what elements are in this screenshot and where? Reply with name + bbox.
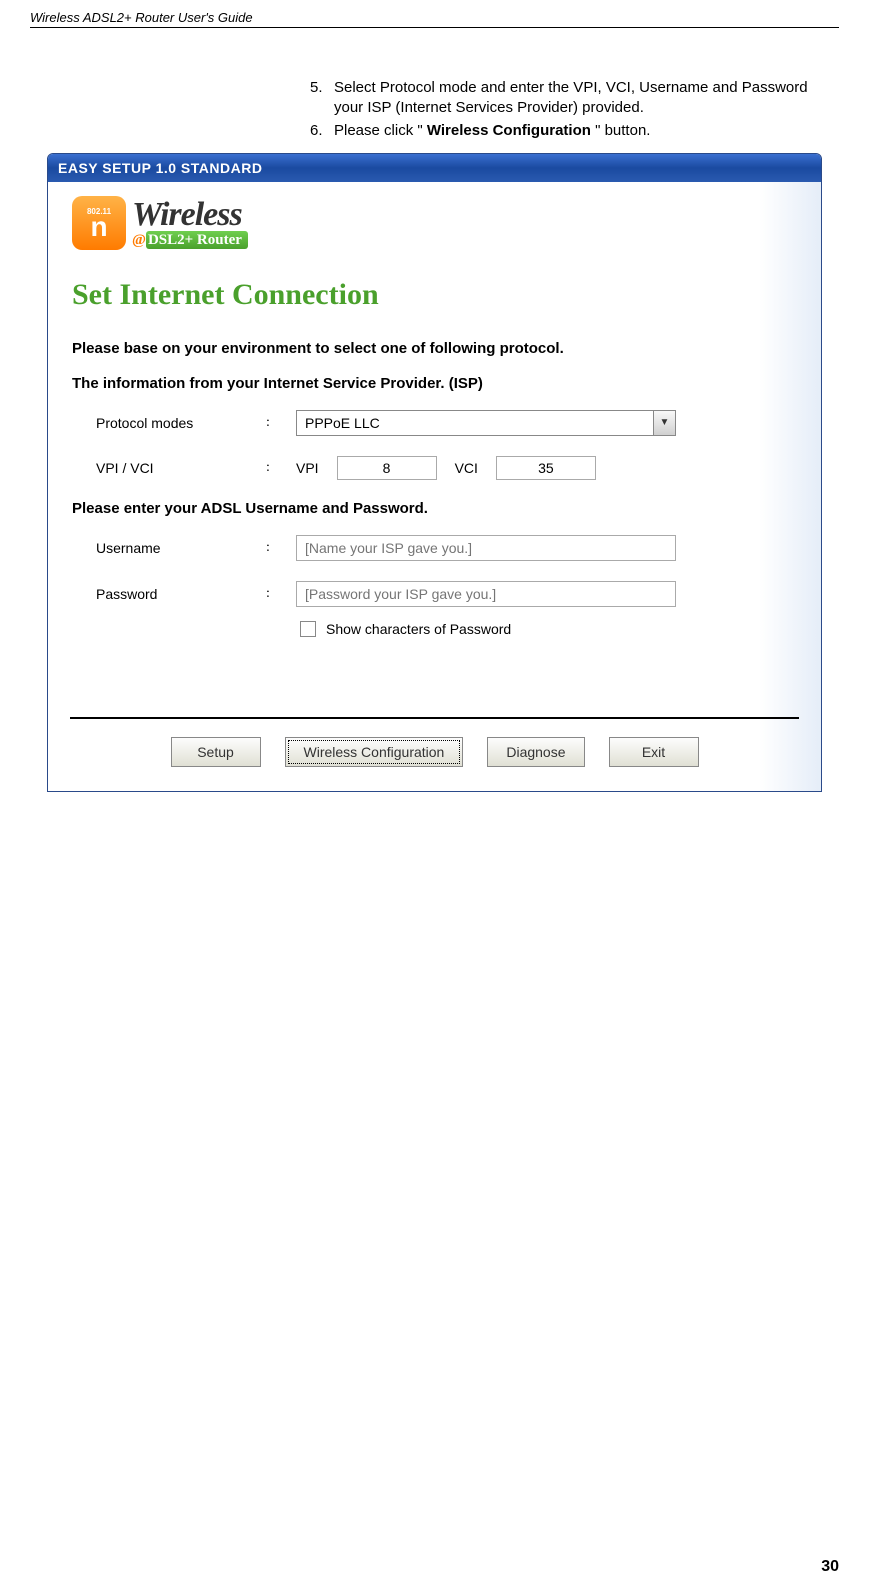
wireless-configuration-button[interactable]: Wireless Configuration	[285, 737, 464, 767]
instruction-6: 6. Please click " Wireless Configuration…	[310, 121, 839, 141]
logo-at: @	[132, 232, 146, 248]
username-input[interactable]	[296, 535, 676, 561]
label-vci: VCI	[455, 460, 478, 476]
app-body: 802.11 n Wireless @DSL2+ Router Set Inte…	[48, 182, 821, 791]
row-protocol: Protocol modes : PPPoE LLC ▼	[96, 410, 797, 436]
page-heading: Set Internet Connection	[72, 278, 797, 312]
show-password-checkbox[interactable]	[300, 621, 316, 637]
label-protocol: Protocol modes	[96, 415, 266, 431]
window-title: EASY SETUP 1.0 STANDARD	[48, 154, 821, 182]
vci-input[interactable]	[496, 456, 596, 480]
button-row: Setup Wireless Configuration Diagnose Ex…	[72, 737, 797, 771]
password-input[interactable]	[296, 581, 676, 607]
setup-button[interactable]: Setup	[171, 737, 261, 767]
row-username: Username :	[96, 535, 797, 561]
badge-letter: n	[90, 216, 107, 238]
inst-bold: Wireless Configuration	[427, 122, 591, 139]
dropdown-icon[interactable]: ▼	[653, 411, 675, 435]
page-number: 30	[821, 1558, 839, 1576]
logo: 802.11 n Wireless @DSL2+ Router	[72, 196, 797, 250]
diagnose-button[interactable]: Diagnose	[487, 737, 584, 767]
logo-sub: @DSL2+ Router	[132, 232, 248, 249]
instruction-list: 5. Select Protocol mode and enter the VP…	[310, 78, 839, 141]
colon: :	[266, 540, 296, 556]
exit-button[interactable]: Exit	[609, 737, 699, 767]
inst-num: 6.	[310, 121, 334, 141]
show-password-label: Show characters of Password	[326, 621, 511, 637]
logo-text: Wireless @DSL2+ Router	[132, 196, 248, 249]
logo-wireless: Wireless	[132, 196, 248, 234]
colon: :	[266, 460, 296, 476]
subhead-3: Please enter your ADSL Username and Pass…	[72, 500, 797, 517]
subhead-2: The information from your Internet Servi…	[72, 375, 797, 392]
label-vpi: VPI	[296, 460, 319, 476]
subhead-1: Please base on your environment to selec…	[72, 340, 797, 357]
label-vpivci: VPI / VCI	[96, 460, 266, 476]
colon: :	[266, 586, 296, 602]
doc-header: Wireless ADSL2+ Router User's Guide	[30, 10, 839, 28]
row-password: Password :	[96, 581, 797, 607]
label-password: Password	[96, 586, 266, 602]
colon: :	[266, 415, 296, 431]
protocol-select[interactable]: PPPoE LLC ▼	[296, 410, 676, 436]
inst-text: Please click " Wireless Configuration " …	[334, 121, 839, 141]
label-username: Username	[96, 540, 266, 556]
inst-num: 5.	[310, 78, 334, 117]
inst-before: Please click "	[334, 122, 427, 139]
row-vpivci: VPI / VCI : VPI VCI	[96, 456, 797, 480]
inst-after: " button.	[591, 122, 651, 139]
logo-badge: 802.11 n	[72, 196, 126, 250]
vpi-input[interactable]	[337, 456, 437, 480]
app-window: EASY SETUP 1.0 STANDARD 802.11 n Wireles…	[47, 153, 822, 792]
separator	[70, 717, 799, 719]
instruction-5: 5. Select Protocol mode and enter the VP…	[310, 78, 839, 117]
inst-text: Select Protocol mode and enter the VPI, …	[334, 78, 839, 117]
row-showpw: Show characters of Password	[300, 621, 797, 637]
protocol-value: PPPoE LLC	[297, 415, 653, 431]
